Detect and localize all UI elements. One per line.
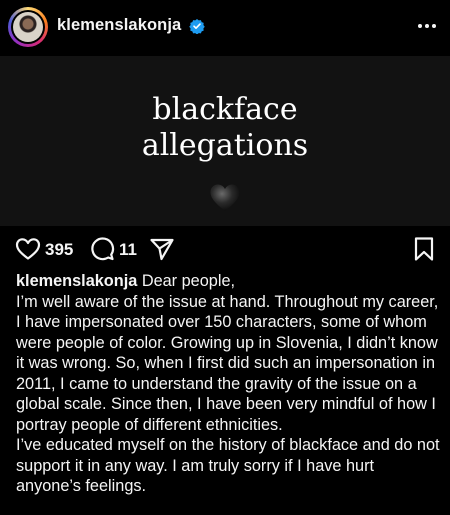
verified-badge-icon — [189, 19, 205, 34]
avatar-photo — [11, 10, 45, 44]
post-header: klemenslakonja — [0, 0, 450, 56]
image-text-line2: allegations — [141, 128, 309, 163]
bookmark-icon[interactable] — [413, 236, 435, 262]
comments-count[interactable]: 11 — [119, 240, 137, 260]
image-text: blackface allegations — [0, 92, 450, 164]
caption-opening-line: klemenslakonja Dear people, — [16, 271, 441, 292]
post-image[interactable]: blackface allegations — [0, 56, 450, 226]
share-icon[interactable] — [149, 236, 175, 262]
black-heart-icon — [210, 184, 240, 211]
post-actions: 395 11 — [0, 232, 450, 266]
avatar-image — [13, 12, 43, 42]
caption: klemenslakonja Dear people, I’m well awa… — [16, 271, 441, 497]
post-username[interactable]: klemenslakonja — [57, 16, 181, 35]
heart-icon[interactable] — [15, 236, 41, 262]
avatar[interactable] — [8, 7, 48, 47]
caption-paragraph-1: I’m well aware of the issue at hand. Thr… — [16, 292, 439, 434]
caption-paragraph-2: I’ve educated myself on the history of b… — [16, 436, 440, 495]
caption-opening: Dear people, — [141, 272, 236, 290]
likes-count[interactable]: 395 — [45, 240, 73, 260]
comment-icon[interactable] — [89, 236, 115, 262]
caption-username[interactable]: klemenslakonja — [16, 272, 137, 290]
more-options-icon[interactable] — [416, 15, 438, 37]
image-text-line1: blackface — [152, 92, 298, 127]
